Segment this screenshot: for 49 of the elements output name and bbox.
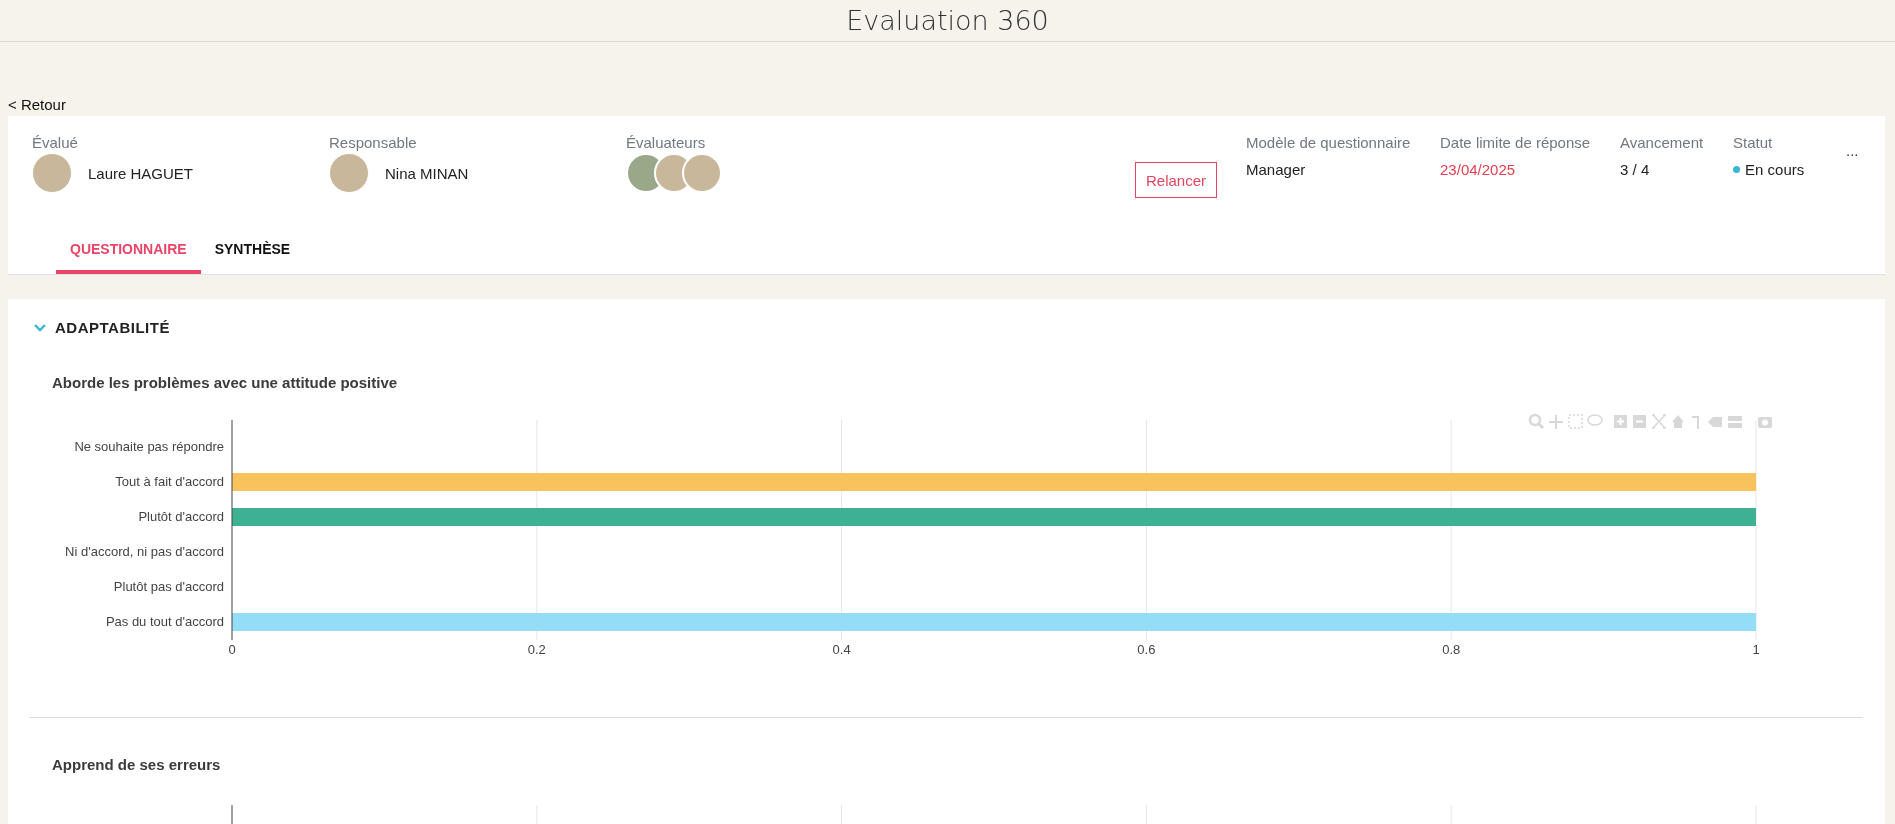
category-label: Ni d'accord, ni pas d'accord (65, 544, 224, 559)
tab[interactable]: QUESTIONNAIRE (56, 229, 201, 274)
tag-icon[interactable] (1708, 417, 1722, 427)
tick-label: 0.4 (832, 642, 851, 657)
zoom-icon[interactable] (1528, 413, 1545, 430)
chevron-icon[interactable] (34, 323, 46, 332)
field-label: Évaluateurs (626, 134, 707, 151)
home-icon[interactable] (1672, 415, 1684, 428)
compare-icon[interactable] (1728, 416, 1742, 428)
tick-label: 0.2 (527, 642, 546, 657)
person-name: Nina MINAN (385, 164, 469, 182)
select-icon[interactable] (1568, 414, 1583, 429)
category-label: Tout à fait d'accord (115, 474, 224, 489)
field-label: Modèle de questionnaire (1246, 134, 1412, 151)
camera-icon[interactable] (1758, 417, 1772, 428)
move-icon[interactable] (1548, 414, 1564, 430)
back-link[interactable]: < Retour (8, 96, 66, 113)
field-value: 23/04/2025 (1440, 161, 1516, 178)
category-label: Ne souhaite pas répondre (74, 439, 224, 454)
question-title: Aborde les problèmes avec une attitude positive (51, 374, 399, 391)
field-label: Avancement (1620, 134, 1705, 151)
field-label: Responsable (329, 134, 418, 151)
person-name: Laure HAGUET (88, 164, 194, 182)
minus-icon[interactable] (1633, 415, 1646, 428)
category-label: Pas du tout d'accord (105, 614, 224, 629)
tick-label: 0.6 (1137, 642, 1156, 657)
field-value: En cours (1745, 161, 1805, 178)
expand-icon[interactable] (1651, 414, 1667, 429)
avatar-icon (32, 153, 72, 193)
category-label: Plutôt d'accord (138, 509, 224, 524)
field-value: Manager (1246, 161, 1306, 178)
page-title: Evaluation 360 (846, 5, 1049, 36)
question-title: Apprend de ses erreurs (51, 756, 222, 773)
tick-label: 0 (228, 642, 236, 657)
avatar-icon (329, 153, 369, 193)
field-label: Date limite de réponse (1440, 134, 1592, 151)
category-label: Plutôt pas d'accord (113, 579, 224, 594)
section-title: ADAPTABILITÉ (55, 319, 170, 336)
lasso-icon[interactable] (1587, 414, 1603, 426)
tick-label: 0.8 (1442, 642, 1461, 657)
more-button[interactable]: ... (1846, 142, 1859, 159)
plus-icon[interactable] (1614, 415, 1627, 428)
spike-icon[interactable] (1691, 416, 1699, 430)
tick-label: 1 (1752, 642, 1760, 657)
tab[interactable]: SYNTHÈSE (200, 229, 305, 274)
remind-button[interactable]: Relancer (1135, 162, 1218, 198)
field-label: Statut (1733, 134, 1774, 151)
field-value: 3 / 4 (1620, 161, 1650, 178)
field-label: Évalué (32, 134, 79, 151)
